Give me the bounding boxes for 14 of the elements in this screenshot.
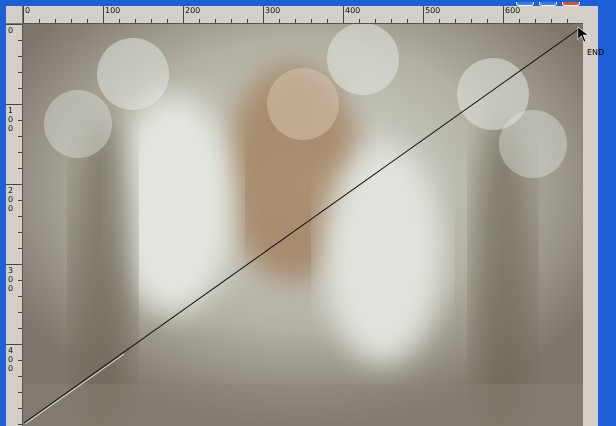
ruler-label: 500 (424, 6, 440, 16)
ruler-label: 600 (504, 6, 520, 16)
ruler-label: 0 (7, 27, 14, 36)
ruler-label: 200 (7, 187, 14, 214)
ruler-label: 100 (104, 6, 120, 16)
cursor-arrow-icon (577, 26, 591, 44)
ruler-label: 400 (344, 6, 360, 16)
ruler-label: 100 (7, 107, 14, 134)
ruler-label: 200 (184, 6, 200, 16)
ruler-corner (6, 6, 23, 24)
ruler-label: 400 (7, 347, 14, 374)
ruler-label: 0 (24, 6, 30, 16)
ruler-label: 300 (264, 6, 280, 16)
ruler-label: 300 (7, 267, 14, 294)
